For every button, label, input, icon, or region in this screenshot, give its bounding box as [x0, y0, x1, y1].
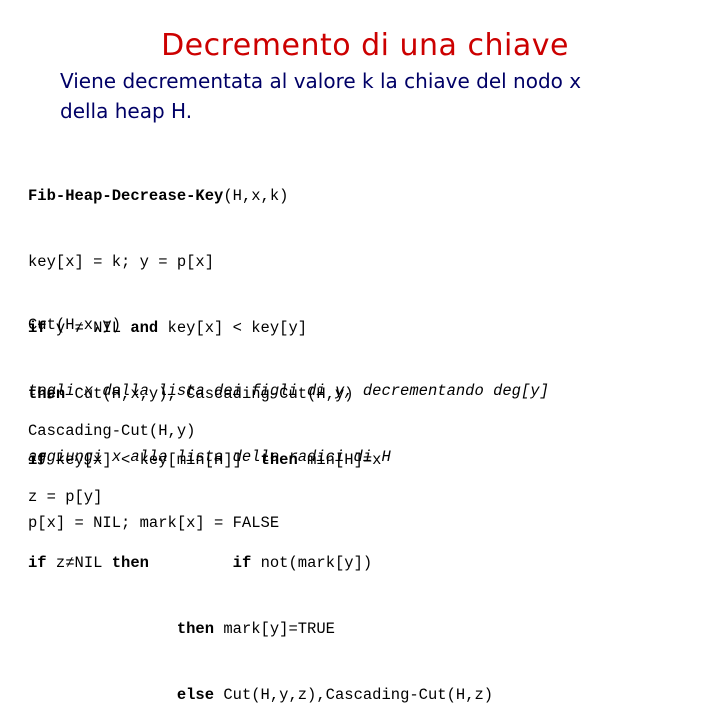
- code-text: not(mark[y]): [251, 554, 373, 572]
- subtitle-line-1: Viene decrementata al valore k la chiave…: [60, 69, 582, 93]
- code-text: Cut(H,y,z),Cascading-Cut(H,z): [214, 686, 494, 704]
- slide-subtitle: Viene decrementata al valore k la chiave…: [60, 66, 680, 126]
- code-text: z≠NIL: [46, 554, 112, 572]
- subtitle-line-2: della heap H.: [60, 99, 193, 123]
- cascading-cut-pseudocode: Cascading-Cut(H,y) z = p[y] if z≠NIL the…: [28, 376, 493, 728]
- code-line: if z≠NIL then if not(mark[y]): [28, 552, 493, 574]
- code-line: then mark[y]=TRUE: [28, 618, 493, 640]
- code-line: z = p[y]: [28, 488, 103, 506]
- keyword: if: [28, 554, 47, 572]
- keyword: else: [176, 686, 215, 704]
- keyword: then: [111, 554, 149, 572]
- code-line: Cut(H,x,y): [28, 316, 122, 334]
- procedure-args: (H,x,k): [223, 187, 289, 205]
- keyword: if: [232, 554, 252, 572]
- code-text: mark[y]=TRUE: [214, 620, 335, 638]
- procedure-name: Fib-Heap-Decrease-Key: [28, 187, 224, 205]
- slide-title: Decremento di una chiave: [161, 28, 569, 63]
- code-line: Fib-Heap-Decrease-Key(H,x,k): [28, 185, 381, 207]
- keyword: then: [176, 620, 215, 638]
- code-line: Cascading-Cut(H,y): [28, 422, 196, 440]
- code-line: else Cut(H,y,z),Cascading-Cut(H,z): [28, 684, 493, 706]
